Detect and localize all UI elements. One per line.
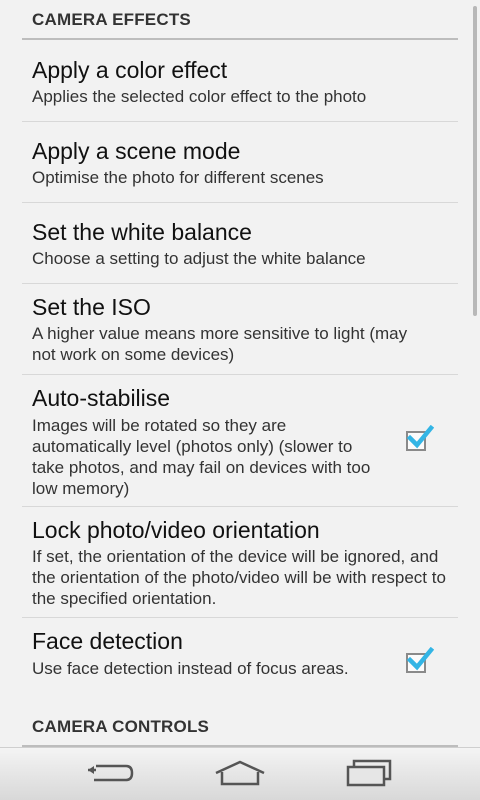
home-icon [215, 760, 265, 786]
auto-stabilise-checkbox[interactable] [406, 425, 434, 451]
pref-summary: A higher value means more sensitive to l… [32, 324, 408, 364]
pref-face-detection[interactable]: Face detection Use face detection instea… [22, 618, 458, 710]
back-icon [88, 764, 134, 782]
pref-title: Apply a scene mode [32, 138, 241, 164]
settings-screen: CAMERA EFFECTS Apply a color effect Appl… [0, 0, 480, 800]
pref-title: Auto-stabilise [32, 385, 171, 411]
home-button[interactable] [212, 756, 268, 790]
back-button[interactable] [82, 756, 138, 790]
pref-lock-orientation[interactable]: Lock photo/video orientation If set, the… [22, 507, 458, 618]
pref-summary: Use face detection instead of focus area… [32, 659, 349, 678]
pref-summary: Optimise the photo for different scenes [32, 168, 324, 187]
pref-title: Lock photo/video orientation [32, 517, 320, 543]
checkmark-icon [406, 425, 434, 449]
pref-color-effect[interactable]: Apply a color effect Applies the selecte… [22, 41, 458, 122]
navigation-bar [0, 747, 480, 800]
preferences-list[interactable]: CAMERA EFFECTS Apply a color effect Appl… [0, 0, 480, 748]
pref-white-balance[interactable]: Set the white balance Choose a setting t… [22, 203, 458, 284]
pref-summary: Applies the selected color effect to the… [32, 87, 367, 106]
pref-summary: Choose a setting to adjust the white bal… [32, 249, 366, 268]
recents-button[interactable] [342, 756, 398, 790]
pref-iso[interactable]: Set the ISO A higher value means more se… [22, 284, 458, 375]
pref-scene-mode[interactable]: Apply a scene mode Optimise the photo fo… [22, 122, 458, 203]
section-header-camera-controls: CAMERA CONTROLS [22, 707, 458, 747]
pref-title: Apply a color effect [32, 57, 228, 83]
scrollbar[interactable] [473, 6, 477, 316]
pref-title: Set the white balance [32, 219, 252, 245]
pref-summary: Images will be rotated so they are autom… [32, 416, 371, 498]
section-header-camera-effects: CAMERA EFFECTS [22, 0, 458, 40]
recents-icon [346, 759, 392, 787]
pref-auto-stabilise[interactable]: Auto-stabilise Images will be rotated so… [22, 375, 458, 507]
pref-title: Set the ISO [32, 294, 151, 320]
face-detection-checkbox[interactable] [406, 647, 434, 673]
section-title: CAMERA EFFECTS [32, 10, 191, 29]
checkmark-icon [406, 647, 434, 671]
section-title: CAMERA CONTROLS [32, 717, 210, 736]
pref-summary: If set, the orientation of the device wi… [32, 547, 446, 608]
pref-title: Face detection [32, 628, 183, 654]
